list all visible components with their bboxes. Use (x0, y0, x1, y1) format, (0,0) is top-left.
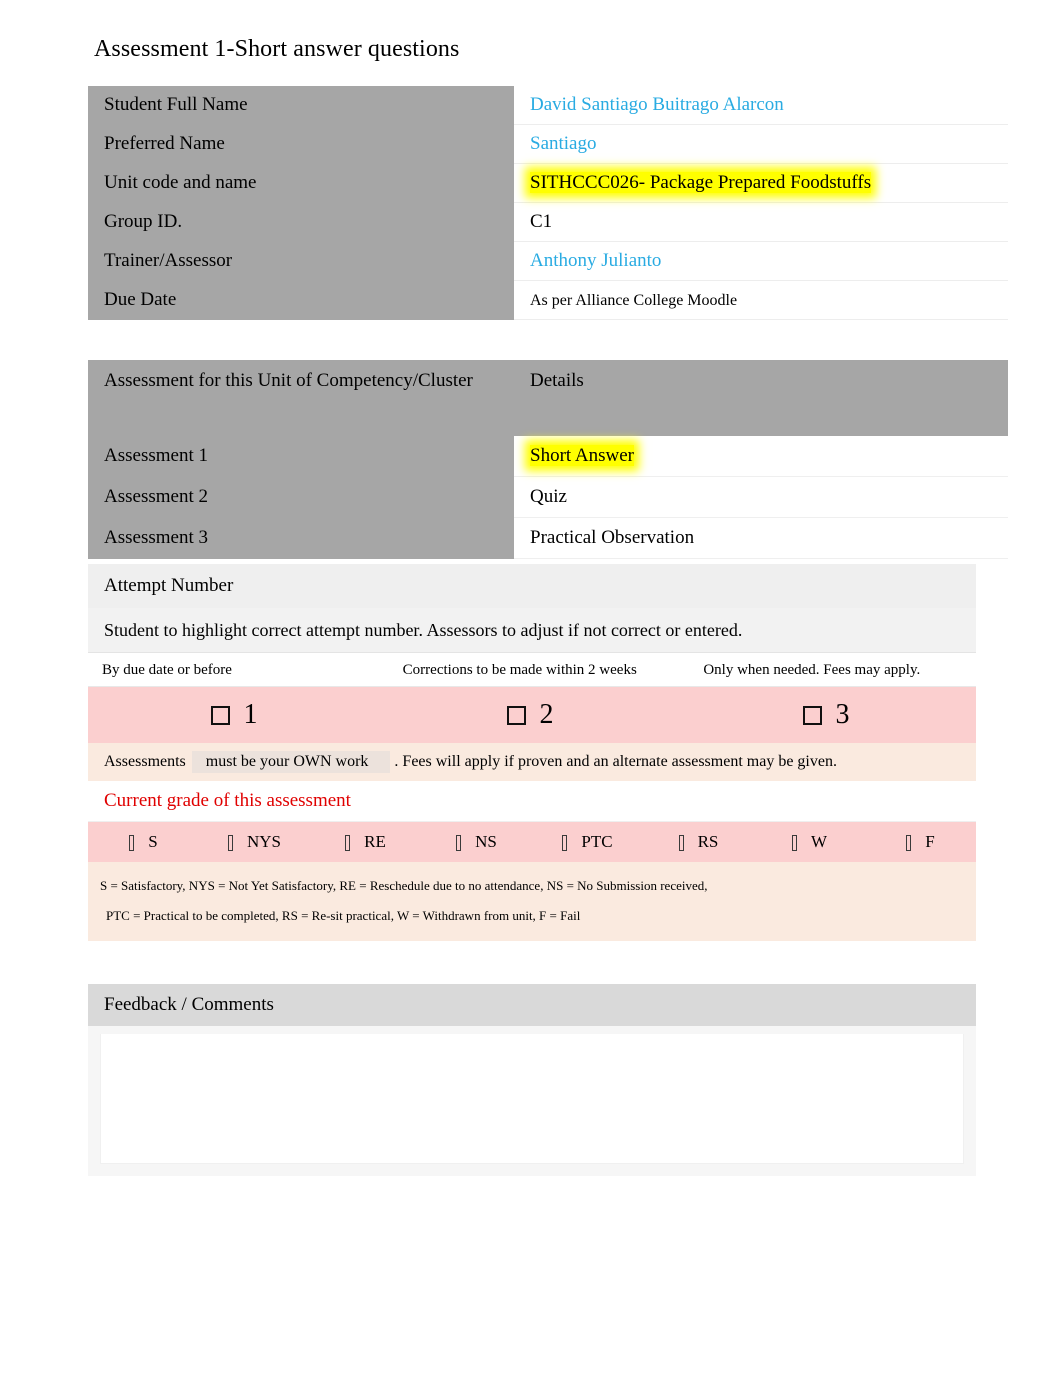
checkbox-icon[interactable] (506, 705, 526, 725)
preferred-name-label: Preferred Name (88, 124, 514, 164)
unit-code-label: Unit code and name (88, 163, 514, 203)
unit-code-value[interactable]: SITHCCC026- Package Prepared Foodstuffs (514, 163, 1008, 203)
own-work-suffix: . Fees will apply if proven and an alter… (394, 753, 837, 770)
due-date-text: As per Alliance College Moodle (530, 291, 738, 309)
attempt-col-2-caption: Corrections to be made within 2 weeks (374, 653, 676, 687)
grade-option-re[interactable]: RE (310, 832, 421, 852)
assessment-details-header: Details (514, 360, 1008, 436)
attempt-checkbox-row: 1 2 3 (88, 687, 976, 743)
own-work-prefix: Assessments (104, 753, 186, 770)
table-row: Group ID. C1 (88, 202, 1008, 242)
student-details-table: Student Full Name David Santiago Buitrag… (88, 86, 1008, 320)
assessment-3-text: Practical Observation (530, 527, 695, 548)
assessment-1-text: Short Answer (530, 445, 634, 466)
assessment-1-value[interactable]: Short Answer (514, 436, 1008, 477)
grade-legend-line-1: S = Satisfactory, NYS = Not Yet Satisfac… (100, 878, 708, 893)
due-date-value[interactable]: As per Alliance College Moodle (514, 280, 1008, 320)
checkbox-icon[interactable] (678, 835, 684, 851)
grade-option-ns[interactable]: NS (421, 832, 532, 852)
student-full-name-text: David Santiago Buitrago Alarcon (530, 94, 784, 115)
attempt-number-heading: Attempt Number (88, 564, 976, 608)
group-id-value[interactable]: C1 (514, 202, 1008, 242)
feedback-section: Feedback / Comments (88, 984, 976, 1176)
checkbox-icon[interactable] (345, 835, 351, 851)
checkbox-icon[interactable] (456, 835, 462, 851)
table-row: Preferred Name Santiago (88, 124, 1008, 164)
attempt-col-3-caption: Only when needed. Fees may apply. (675, 653, 977, 687)
student-full-name-label: Student Full Name (88, 86, 514, 125)
group-id-label: Group ID. (88, 202, 514, 242)
checkbox-icon[interactable] (210, 705, 230, 725)
table-header-row: Assessment for this Unit of Competency/C… (88, 360, 1008, 436)
grade-option-f-label: F (925, 832, 935, 851)
grade-option-rs-label: RS (697, 832, 719, 851)
assessment-2-label: Assessment 2 (88, 476, 514, 518)
assessment-1-label: Assessment 1 (88, 436, 514, 477)
grade-option-w-label: W (810, 832, 828, 851)
preferred-name-text: Santiago (530, 133, 597, 154)
trainer-assessor-value[interactable]: Anthony Julianto (514, 241, 1008, 281)
grade-option-rs[interactable]: RS (643, 832, 754, 852)
attempt-option-2-label: 2 (539, 699, 554, 730)
checkbox-icon[interactable] (791, 835, 797, 851)
page-title: Assessment 1-Short answer questions (94, 36, 460, 62)
grade-option-ns-label: NS (475, 832, 497, 851)
grade-option-w[interactable]: W (754, 832, 865, 852)
current-grade-title: Current grade of this assessment (88, 781, 976, 822)
grade-legend: S = Satisfactory, NYS = Not Yet Satisfac… (88, 862, 976, 941)
attempt-option-1[interactable]: 1 (88, 687, 384, 743)
unit-code-text: SITHCCC026- Package Prepared Foodstuffs (530, 172, 872, 193)
attempt-option-2[interactable]: 2 (384, 687, 680, 743)
grade-option-nys-label: NYS (246, 832, 281, 851)
table-row: Assessment 3 Practical Observation (88, 517, 1008, 559)
table-row: Assessment 2 Quiz (88, 476, 1008, 518)
attempt-number-section: Attempt Number Student to highlight corr… (88, 564, 977, 941)
own-work-notice: Assessments must be your OWN work . Fees… (88, 743, 976, 781)
attempt-option-3[interactable]: 3 (680, 687, 976, 743)
attempt-instruction: Student to highlight correct attempt num… (88, 608, 976, 653)
checkbox-icon[interactable] (906, 835, 912, 851)
checkbox-icon[interactable] (227, 835, 233, 851)
grade-option-ptc-label: PTC (581, 832, 613, 851)
preferred-name-value[interactable]: Santiago (514, 124, 1008, 164)
grade-option-ptc[interactable]: PTC (532, 832, 643, 852)
attempt-option-3-label: 3 (835, 699, 850, 730)
assessment-3-value[interactable]: Practical Observation (514, 517, 1008, 559)
table-row: Trainer/Assessor Anthony Julianto (88, 241, 1008, 281)
attempt-col-1-caption: By due date or before (88, 653, 375, 687)
assessment-list-table: Assessment for this Unit of Competency/C… (88, 360, 1008, 559)
grade-legend-line-2: PTC = Practical to be completed, RS = Re… (106, 908, 581, 923)
assessment-unit-header: Assessment for this Unit of Competency/C… (88, 360, 514, 436)
table-row: Due Date As per Alliance College Moodle (88, 280, 1008, 320)
checkbox-icon[interactable] (562, 835, 568, 851)
trainer-assessor-text: Anthony Julianto (530, 250, 662, 271)
assessment-3-label: Assessment 3 (88, 517, 514, 559)
grade-option-f[interactable]: F (865, 832, 976, 852)
due-date-label: Due Date (88, 280, 514, 320)
table-row: Unit code and name SITHCCC026- Package P… (88, 163, 1008, 203)
attempt-option-1-label: 1 (237, 695, 262, 735)
assessment-2-text: Quiz (530, 486, 567, 507)
feedback-heading: Feedback / Comments (88, 984, 976, 1026)
group-id-text: C1 (530, 211, 553, 232)
feedback-body-wrapper (88, 1026, 976, 1176)
checkbox-icon[interactable] (802, 705, 822, 725)
document-page: Assessment 1-Short answer questions Stud… (0, 0, 1062, 1377)
own-work-emphasis: must be your OWN work (191, 751, 391, 773)
feedback-textarea[interactable] (100, 1034, 964, 1164)
grade-option-nys[interactable]: NYS (199, 832, 310, 852)
grade-option-s-label: S (148, 832, 158, 851)
checkbox-icon[interactable] (129, 835, 135, 851)
table-row: Assessment 1 Short Answer (88, 436, 1008, 477)
student-full-name-value[interactable]: David Santiago Buitrago Alarcon (514, 86, 1008, 125)
grade-option-re-label: RE (364, 832, 386, 851)
trainer-assessor-label: Trainer/Assessor (88, 241, 514, 281)
grade-option-s[interactable]: S (88, 832, 199, 852)
grade-option-row: S NYS RE NS PTC RS W F (88, 822, 976, 862)
assessment-2-value[interactable]: Quiz (514, 476, 1008, 518)
table-row: Student Full Name David Santiago Buitrag… (88, 86, 1008, 125)
attempt-column-headers: By due date or before Corrections to be … (88, 653, 977, 687)
